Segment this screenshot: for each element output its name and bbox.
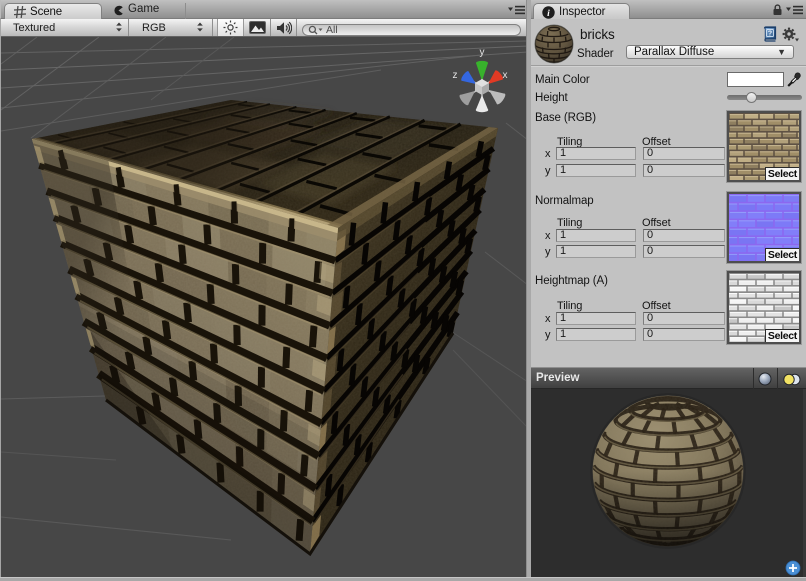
svg-text:z: z <box>453 70 458 81</box>
svg-text:y: y <box>480 47 485 58</box>
svg-text:i: i <box>547 9 550 19</box>
svg-text:x: x <box>503 70 508 81</box>
svg-text:?: ? <box>768 31 772 38</box>
